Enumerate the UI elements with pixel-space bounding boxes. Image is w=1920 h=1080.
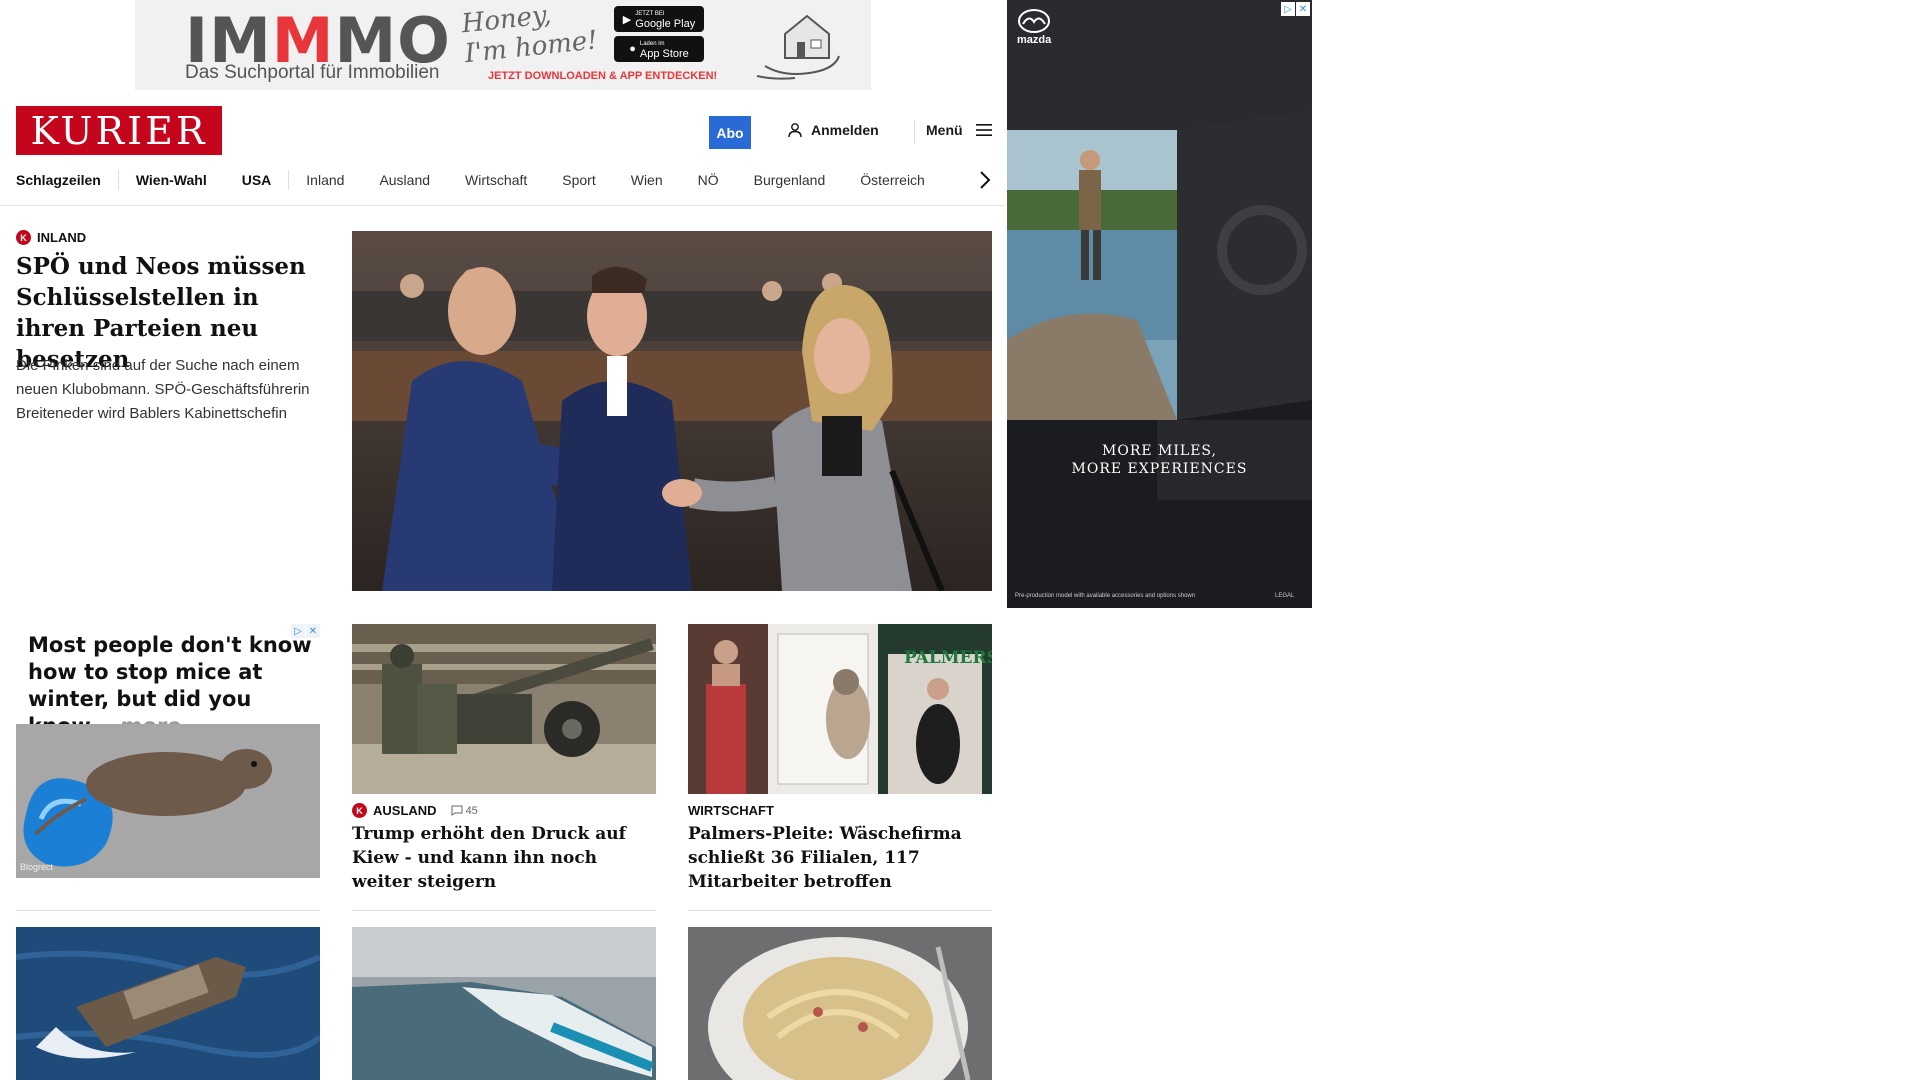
artillery-photo: [352, 624, 656, 794]
nav-item-schlagzeilen[interactable]: Schlagzeilen: [16, 172, 101, 188]
immmo-script-text: Honey, I'm home!: [460, 0, 600, 70]
nav-item-oesterreich[interactable]: Österreich: [860, 172, 925, 188]
iceberg-photo: [352, 927, 656, 1080]
close-icon[interactable]: ✕: [1296, 2, 1310, 16]
google-play-icon: ▶: [622, 13, 632, 26]
card-divider: [16, 910, 320, 911]
nav-item-sport[interactable]: Sport: [562, 172, 595, 188]
mazda-ad-image: [1007, 0, 1312, 608]
native-ad-mice[interactable]: ▷ ✕ Most people don't know how to stop m…: [16, 624, 320, 878]
card-kicker-ausland[interactable]: K AUSLAND 45: [352, 803, 478, 818]
lead-kicker[interactable]: K INLAND: [16, 230, 86, 245]
user-icon: [788, 123, 802, 138]
card-headline-wirtschaft[interactable]: Palmers-Pleite: Wäschefirma schließt 36 …: [688, 822, 998, 894]
kurier-plus-icon: K: [16, 230, 31, 245]
lead-image[interactable]: [352, 231, 992, 591]
kurier-plus-icon: K: [352, 803, 367, 818]
nav-item-usa[interactable]: USA: [242, 172, 272, 188]
ad-cta: JETZT DOWNLOADEN & APP ENTDECKEN!: [488, 70, 718, 82]
nav-item-wien[interactable]: Wien: [631, 172, 663, 188]
card-image-iceberg[interactable]: [352, 927, 656, 1080]
nav-separator: [117, 170, 119, 190]
google-play-badge[interactable]: ▶ JETZT BEI Google Play: [614, 6, 704, 32]
mazda-logo-icon: [1018, 9, 1051, 33]
hamburger-icon: [975, 124, 992, 136]
chevron-right-icon[interactable]: [978, 168, 992, 192]
section-nav: Schlagzeilen Wien-Wahl USA Inland Auslan…: [16, 170, 960, 190]
nav-separator: [288, 170, 290, 190]
lead-teaser[interactable]: Die Pinken sind auf der Suche nach einem…: [16, 354, 326, 426]
ad-choices[interactable]: ▷ ✕: [1281, 2, 1310, 16]
nav-item-wien-wahl[interactable]: Wien-Wahl: [136, 172, 207, 188]
nav-item-noe[interactable]: NÖ: [698, 172, 719, 188]
card-image-wirtschaft[interactable]: PALMERS: [688, 624, 992, 794]
mazda-headline-line2: MORE EXPERIENCES: [1071, 461, 1248, 477]
nav-item-wirtschaft[interactable]: Wirtschaft: [465, 172, 527, 188]
card-divider: [352, 910, 656, 911]
apple-icon: ●: [629, 43, 636, 55]
card-kicker-label: WIRTSCHAFT: [688, 803, 774, 818]
side-banner-ad[interactable]: mazda ▷ ✕ MORE MILES, MORE EXPERIENCES P…: [1007, 0, 1312, 608]
menu-label: Menü: [926, 122, 963, 138]
nav-divider: [0, 205, 1005, 206]
card-image-boat[interactable]: [16, 927, 320, 1080]
mazda-footnote: Pre-production model with available acce…: [1015, 593, 1196, 599]
google-play-label: Google Play: [635, 18, 696, 30]
card-headline-ausland[interactable]: Trump erhöht den Druck auf Kiew - und ka…: [352, 822, 662, 894]
hand-house-icon: [756, 14, 840, 80]
card-kicker-wirtschaft[interactable]: WIRTSCHAFT: [688, 803, 774, 818]
login-label: Anmelden: [811, 122, 879, 138]
mazda-legal-link[interactable]: LEGAL: [1275, 593, 1294, 599]
lead-photo-politicians: [352, 231, 992, 591]
header-divider: [914, 120, 915, 144]
mazda-brand-label: mazda: [1017, 34, 1052, 46]
kurier-logo[interactable]: KURIER: [16, 106, 222, 155]
palmers-store-sign: PALMERS: [904, 648, 992, 668]
card-divider: [688, 910, 992, 911]
app-store-label: App Store: [639, 48, 689, 60]
card-image-pasta[interactable]: [688, 927, 992, 1080]
mazda-headline: MORE MILES, MORE EXPERIENCES: [1007, 442, 1312, 478]
card-kicker-label: AUSLAND: [373, 803, 437, 818]
login-button[interactable]: Anmelden: [787, 122, 879, 138]
app-store-badge[interactable]: ● Laden im App Store: [614, 36, 704, 62]
abo-button[interactable]: Abo: [709, 116, 751, 149]
comment-count[interactable]: 45: [451, 805, 478, 817]
nav-item-ausland[interactable]: Ausland: [379, 172, 430, 188]
pasta-photo: [688, 927, 992, 1080]
menu-button[interactable]: Menü: [926, 122, 993, 138]
mice-ad-image: [16, 724, 320, 878]
lead-kicker-label: INLAND: [37, 230, 87, 245]
comment-count-label: 45: [465, 804, 478, 817]
adchoices-icon[interactable]: ▷: [1281, 2, 1295, 16]
immmo-tagline: Das Suchportal für Immobilien: [185, 62, 440, 83]
top-banner-ad[interactable]: IMMMO Das Suchportal für Immobilien Hone…: [135, 0, 871, 90]
card-image-ausland[interactable]: [352, 624, 656, 794]
nav-item-inland[interactable]: Inland: [306, 172, 344, 188]
comment-icon: [451, 805, 463, 816]
mice-ad-source: Blogrect: [20, 862, 54, 872]
mazda-logo: mazda: [1017, 8, 1051, 46]
migrant-boat-photo: [16, 927, 320, 1080]
nav-item-burgenland[interactable]: Burgenland: [754, 172, 826, 188]
mazda-headline-line1: MORE MILES,: [1102, 443, 1217, 459]
